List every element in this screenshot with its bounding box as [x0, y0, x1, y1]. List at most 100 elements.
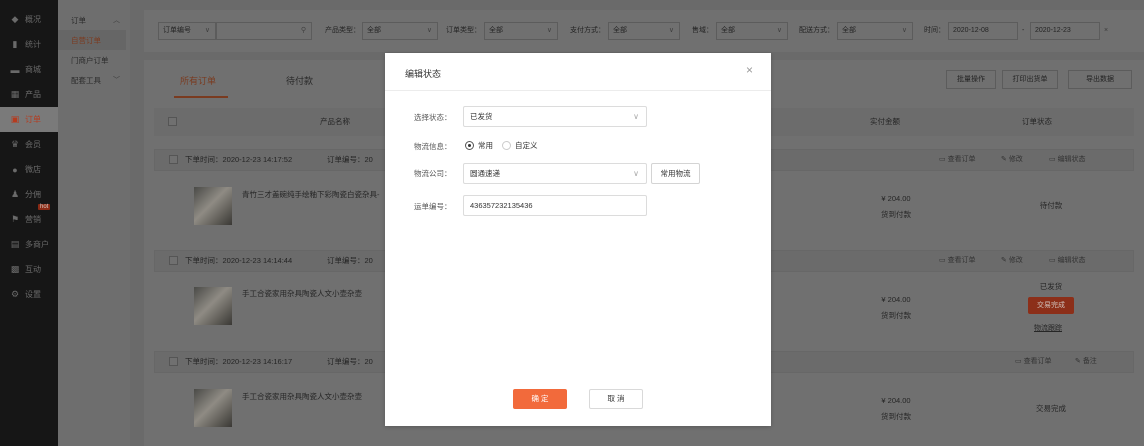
order-icon: ▣ [10, 114, 20, 124]
product-name[interactable]: 青竹三才盖碗纯手绘釉下彩陶瓷白瓷杂具- [242, 189, 380, 200]
action-label: 查看订单 [947, 156, 976, 163]
sidebar-item-label: 统计 [25, 40, 41, 49]
date-to-input[interactable]: 2020-12-23 [1030, 22, 1100, 40]
order-number: 订单编号：20 [327, 256, 373, 265]
crown-icon: ♛ [10, 139, 20, 149]
company-label: 物流公司： [414, 169, 452, 178]
product-type-select[interactable]: 全部 ∨ [362, 22, 438, 40]
tracking-number-input[interactable] [463, 195, 647, 216]
order-status: 交易完成 [1036, 404, 1066, 413]
shop-icon: ▬ [10, 64, 20, 75]
cancel-button[interactable]: 取 消 [589, 389, 643, 409]
sidebar-item-merchants[interactable]: ▤ 多商户 [0, 232, 58, 257]
sidebar-item-orders[interactable]: ▣ 订单 [0, 107, 58, 132]
subnav-item-tools[interactable]: 配套工具 ﹀ [58, 70, 130, 90]
interaction-icon: ▩ [10, 264, 20, 274]
sidebar-item-products[interactable]: ▦ 产品 [0, 82, 58, 107]
sidebar-item-label: 微店 [25, 165, 41, 174]
delivery-select[interactable]: 全部 ∨ [837, 22, 913, 40]
sidebar-item-stats[interactable]: ▮ 统计 [0, 32, 58, 57]
status-label: 选择状态： [414, 113, 452, 122]
order-no-select[interactable]: 订单编号 ∨ [158, 22, 216, 40]
sidebar-item-interaction[interactable]: ▩ 互动 [0, 257, 58, 282]
edit-status-dialog: 编辑状态 × 选择状态： 已发货 ∨ 物流信息： 常用 自定义 物流公司： 圆通… [385, 53, 771, 426]
action-label: 编辑状态 [1057, 257, 1086, 264]
confirm-button[interactable]: 确 定 [513, 389, 567, 409]
radio-label: 自定义 [515, 141, 538, 150]
product-thumbnail [194, 389, 232, 427]
sidebar-item-microshop[interactable]: ● 微店 [0, 157, 58, 182]
order-checkbox[interactable] [169, 155, 178, 164]
main-sidebar: ◆ 概况 ▮ 统计 ▬ 商城 ▦ 产品 ▣ 订单 ♛ 会员 ● 微店 ♟ 分佣 hot ⚑ 营销 ▤… [0, 0, 58, 446]
product-name[interactable]: 手工合瓷家用杂具陶瓷人文小壶杂壶 [242, 288, 362, 299]
subnav-item-self-orders[interactable]: 自营订单 [58, 30, 126, 50]
export-data-button[interactable]: 导出数据 [1068, 70, 1132, 89]
action-label: 查看订单 [947, 257, 976, 264]
edit-order-link[interactable]: ✎ 修改 [1001, 251, 1023, 271]
order-type-label: 订单类型： [446, 27, 481, 34]
sidebar-item-label: 概况 [25, 15, 41, 24]
status-select[interactable]: 已发货 ∨ [463, 106, 647, 127]
flag-icon: ⚑ [10, 214, 20, 224]
radio-dot [465, 141, 474, 150]
radio-common[interactable]: 常用 [465, 140, 493, 151]
select-value: 全部 [367, 27, 381, 34]
sidebar-item-overview[interactable]: ◆ 概况 [0, 7, 58, 32]
column-product: 产品名称 [320, 117, 350, 126]
view-order-link[interactable]: ▭ 查看订单 [939, 150, 976, 170]
select-value: 全部 [613, 27, 627, 34]
logistics-company-select[interactable]: 圆通速递 ∨ [463, 163, 647, 184]
settings-icon: ⚙ [10, 289, 20, 299]
region-select[interactable]: 全部 ∨ [716, 22, 788, 40]
order-status: 待付款 [1039, 201, 1063, 210]
sidebar-item-label: 商城 [25, 65, 41, 74]
edit-status-link[interactable]: ▭ 编辑状态 [1049, 251, 1086, 271]
subnav-group-orders[interactable]: 订单 ︿ [58, 10, 130, 30]
order-number: 订单编号：20 [327, 155, 373, 164]
subnav-item-label: 自营订单 [71, 35, 101, 45]
subnav-item-merchant-orders[interactable]: 门商户订单 [58, 50, 130, 70]
print-shipping-button[interactable]: 打印出货单 [1002, 70, 1058, 89]
chevron-down-icon: ∨ [633, 169, 639, 178]
order-type-select[interactable]: 全部 ∨ [484, 22, 558, 40]
select-all-checkbox[interactable] [168, 117, 177, 126]
select-value: 全部 [842, 27, 856, 34]
view-order-link[interactable]: ▭ 查看订单 [939, 251, 976, 271]
close-icon[interactable]: × [746, 64, 753, 76]
order-checkbox[interactable] [169, 357, 178, 366]
product-name[interactable]: 手工合瓷家用杂具陶瓷人文小壶杂壶 [242, 391, 362, 402]
payment-method: 货到付款 [881, 210, 911, 219]
batch-operation-button[interactable]: 批量操作 [946, 70, 996, 89]
product-thumbnail [194, 187, 232, 225]
action-label: 修改 [1008, 156, 1023, 163]
clear-date-icon[interactable]: × [1104, 22, 1108, 40]
sidebar-item-mall[interactable]: ▬ 商城 [0, 57, 58, 82]
radio-custom[interactable]: 自定义 [502, 140, 538, 151]
edit-status-link[interactable]: ▭ 编辑状态 [1049, 150, 1086, 170]
common-logistics-button[interactable]: 常用物流 [651, 163, 700, 184]
order-number: 订单编号：20 [327, 357, 373, 366]
sidebar-item-members[interactable]: ♛ 会员 [0, 132, 58, 157]
date-from-input[interactable]: 2020-12-08 [948, 22, 1018, 40]
order-checkbox[interactable] [169, 256, 178, 265]
sidebar-item-settings[interactable]: ⚙ 设置 [0, 282, 58, 307]
delivery-label: 配送方式： [799, 27, 834, 34]
payment-select[interactable]: 全部 ∨ [608, 22, 680, 40]
edit-order-link[interactable]: ✎ 修改 [1001, 150, 1023, 170]
action-label: 查看订单 [1023, 358, 1052, 365]
tab-pending-payment[interactable]: 待付款 [286, 74, 313, 87]
chart-icon: ▮ [12, 39, 18, 49]
track-logistics-link[interactable]: 物流跟踪 [1034, 323, 1062, 333]
date-from-value: 2020-12-08 [953, 27, 989, 34]
tab-all-orders[interactable]: 所有订单 [180, 74, 216, 87]
product-thumbnail [194, 287, 232, 325]
share-user-icon: ♟ [10, 189, 20, 199]
sidebar-item-label: 分佣 [25, 190, 41, 199]
trade-complete-badge: 交易完成 [1028, 297, 1074, 314]
order-no-input[interactable]: ⚲ [216, 22, 312, 40]
remark-link[interactable]: ✎ 备注 [1075, 352, 1097, 372]
view-order-link[interactable]: ▭ 查看订单 [1015, 352, 1052, 372]
tracking-number-label: 运单编号： [414, 202, 452, 211]
sidebar-item-marketing[interactable]: hot ⚑ 营销 [0, 204, 58, 232]
product-type-label: 产品类型： [325, 27, 360, 34]
